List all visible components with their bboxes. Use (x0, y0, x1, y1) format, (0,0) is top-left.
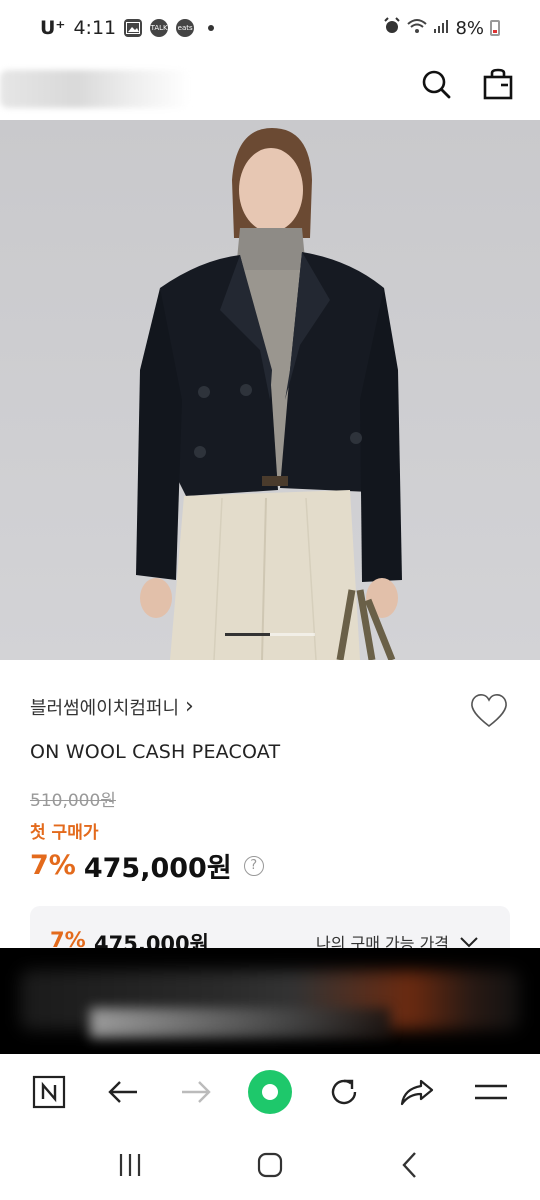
system-navigation-bar (0, 1130, 540, 1200)
product-title: ON WOOL CASH PEACOAT (30, 741, 281, 763)
clock: 4:11 (73, 17, 117, 39)
first-purchase-label: 첫 구매가 (30, 823, 99, 843)
help-icon[interactable]: ? (243, 855, 264, 876)
model-wearing-peacoat-illustration (136, 128, 402, 660)
battery-icon (490, 20, 500, 36)
menu-icon[interactable] (467, 1068, 515, 1116)
refresh-icon[interactable] (320, 1068, 368, 1116)
product-image[interactable] (0, 120, 540, 660)
chevron-right-icon: › (185, 694, 194, 719)
search-icon[interactable] (416, 64, 456, 104)
discount-rate: 7% (30, 850, 76, 881)
store-logo[interactable] (0, 70, 190, 108)
price-row: 7% 475,000원 ? (30, 846, 264, 885)
browser-toolbar (0, 1054, 540, 1130)
battery-percent: 8% (455, 17, 484, 39)
shopping-bag-icon[interactable] (478, 64, 518, 104)
alarm-icon (383, 16, 401, 40)
original-price: 510,000원 (30, 791, 116, 811)
home-icon[interactable] (246, 1141, 294, 1189)
ad-banner-text (90, 1008, 390, 1038)
brand-name: 블러썸에이치컴퍼니 (30, 698, 180, 719)
recent-apps-icon[interactable] (106, 1141, 154, 1189)
brand-link[interactable]: 블러썸에이치컴퍼니 › (30, 694, 194, 720)
back-arrow-icon[interactable] (99, 1068, 147, 1116)
ad-banner[interactable] (0, 948, 540, 1054)
carousel-indicator (225, 633, 315, 636)
wifi-icon (407, 18, 428, 39)
browser-home-icon[interactable] (246, 1068, 294, 1116)
share-icon[interactable] (393, 1068, 441, 1116)
gallery-notification-icon (124, 19, 143, 37)
more-notifications-dot (208, 25, 215, 31)
status-bar: U⁺ 4:11 TALK eats 8% (0, 0, 540, 56)
carousel-indicator-active (225, 633, 270, 636)
naver-n-icon[interactable] (25, 1068, 73, 1116)
forward-arrow-icon[interactable] (172, 1068, 220, 1116)
system-back-icon[interactable] (386, 1141, 434, 1189)
eats-notification-icon: eats (176, 19, 195, 37)
status-left: U⁺ 4:11 TALK eats (40, 17, 215, 39)
talk-notification-icon: TALK (150, 19, 169, 37)
signal-icon (433, 18, 449, 39)
top-bar (0, 56, 540, 120)
carrier-label: U⁺ (40, 17, 66, 39)
heart-icon[interactable] (468, 690, 510, 732)
status-right: 8% (383, 16, 500, 40)
sale-price: 475,000원 (83, 853, 232, 884)
